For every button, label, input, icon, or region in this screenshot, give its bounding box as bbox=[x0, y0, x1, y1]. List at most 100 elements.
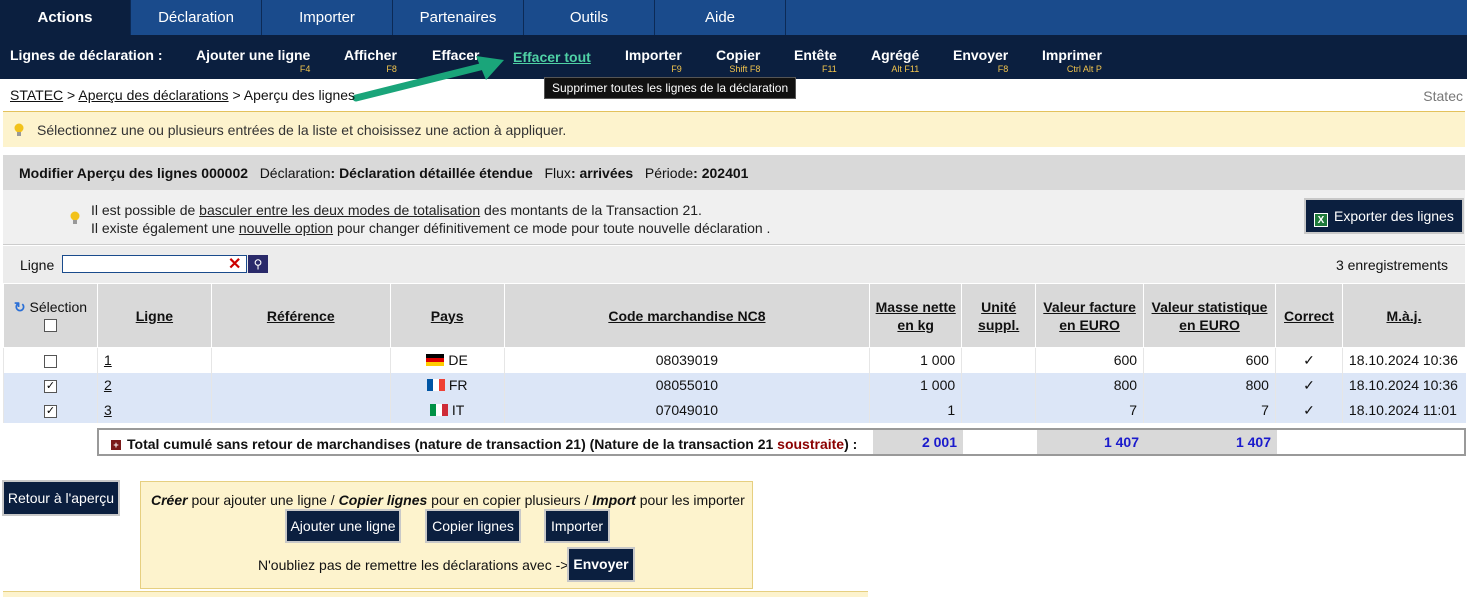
total-masse: 2 001 bbox=[873, 430, 963, 454]
panel-header: Modifier Aperçu des lignes 000002 Déclar… bbox=[3, 155, 1465, 190]
row-checkbox[interactable] bbox=[43, 355, 57, 369]
flux-label: Flux bbox=[544, 165, 571, 181]
send-label: Envoyer bbox=[953, 47, 1009, 63]
select-all-checkbox[interactable] bbox=[43, 319, 57, 333]
lines-table: ↻ Sélection Ligne Référence Pays Code ma… bbox=[3, 283, 1467, 423]
annotation-arrow-icon bbox=[352, 56, 504, 102]
col-pays[interactable]: Pays bbox=[389, 283, 505, 348]
refresh-icon[interactable]: ↻ bbox=[14, 299, 26, 315]
period-label: Période bbox=[644, 165, 694, 181]
row-code: 08055010 bbox=[503, 372, 870, 398]
header-shortcut: F11 bbox=[821, 64, 837, 74]
col-unite[interactable]: Unité suppl. bbox=[961, 283, 1037, 348]
row-code: 08039019 bbox=[503, 347, 870, 373]
col-reference[interactable]: Référence bbox=[210, 283, 391, 348]
row-checkbox[interactable]: ✓ bbox=[43, 379, 57, 393]
copy-lines-button[interactable]: Copier lignes bbox=[425, 509, 521, 543]
copy-action[interactable]: Copier Shift F8 bbox=[716, 47, 760, 74]
breadcrumb: STATEC > Aperçu des déclarations > Aperç… bbox=[10, 87, 355, 103]
help-text: pour les importer bbox=[635, 492, 745, 508]
copy-label: Copier bbox=[716, 47, 761, 63]
help-box: Créer pour ajouter une ligne / Copier li… bbox=[140, 481, 753, 589]
total-facture: 1 407 bbox=[1037, 430, 1145, 454]
flux-value: : arrivées bbox=[570, 165, 634, 181]
col-selection-label: Sélection bbox=[29, 298, 88, 315]
row-line-link[interactable]: 2 bbox=[104, 377, 112, 393]
send-button[interactable]: Envoyer bbox=[567, 547, 635, 582]
row-ref bbox=[210, 347, 391, 373]
tab-partenaires[interactable]: Partenaires bbox=[393, 0, 524, 35]
col-selection: ↻ Sélection bbox=[3, 283, 98, 348]
add-line-action[interactable]: Ajouter une ligne F4 bbox=[196, 47, 310, 74]
row-unite bbox=[961, 397, 1036, 423]
breadcrumb-statec[interactable]: STATEC bbox=[10, 87, 63, 103]
table-header-row: ↻ Sélection Ligne Référence Pays Code ma… bbox=[3, 283, 1467, 348]
action-bar: Lignes de déclaration : Ajouter une lign… bbox=[0, 35, 1467, 79]
col-statistique[interactable]: Valeur statistique en EURO bbox=[1143, 283, 1276, 348]
aggregate-action[interactable]: Agrégé Alt F11 bbox=[871, 47, 919, 74]
row-facture: 800 bbox=[1035, 372, 1144, 398]
search-icon[interactable]: ⚲ bbox=[248, 255, 268, 273]
bottom-banner-edge bbox=[3, 591, 868, 597]
send-reminder: N'oubliez pas de remettre les déclaratio… bbox=[258, 557, 569, 573]
tab-actions[interactable]: Actions bbox=[0, 0, 131, 35]
col-masse[interactable]: Masse nette en kg bbox=[869, 283, 963, 348]
lightbulb-icon bbox=[14, 123, 24, 136]
help-create: Créer bbox=[151, 492, 188, 508]
col-maj[interactable]: M.à.j. bbox=[1341, 283, 1467, 348]
row-ref bbox=[210, 372, 391, 398]
aggregate-shortcut: Alt F11 bbox=[891, 64, 920, 74]
row-line-cell: 3 bbox=[96, 397, 212, 423]
toggle-totalisation-link[interactable]: basculer entre les deux modes de totalis… bbox=[199, 202, 480, 218]
row-country-cell: DE bbox=[389, 347, 505, 373]
total-label-text: Total cumulé sans retour de marchandises… bbox=[127, 436, 778, 452]
print-action[interactable]: Imprimer Ctrl Alt P bbox=[1042, 47, 1102, 74]
totalisation-note: Il est possible de basculer entre les de… bbox=[91, 202, 702, 218]
row-checkbox[interactable]: ✓ bbox=[43, 404, 57, 418]
row-select-cell: ✓ bbox=[3, 397, 98, 423]
row-stat: 600 bbox=[1143, 347, 1276, 373]
row-stat: 7 bbox=[1143, 397, 1276, 423]
col-facture[interactable]: Valeur facture en EURO bbox=[1035, 283, 1145, 348]
new-option-link[interactable]: nouvelle option bbox=[239, 220, 333, 236]
table-row: 1 DE 08039019 1 000 600 600 ✓ 18.10.2024… bbox=[3, 347, 1466, 373]
header-label: Entête bbox=[794, 47, 837, 63]
copy-shortcut: Shift F8 bbox=[729, 64, 761, 74]
col-ligne[interactable]: Ligne bbox=[96, 283, 212, 348]
tab-aide[interactable]: Aide bbox=[655, 0, 786, 35]
col-code[interactable]: Code marchandise NC8 bbox=[503, 283, 871, 348]
total-stat: 1 407 bbox=[1145, 430, 1277, 454]
note-text: des montants de la Transaction 21. bbox=[480, 202, 702, 218]
add-line-shortcut: F4 bbox=[299, 64, 311, 74]
header-action[interactable]: Entête F11 bbox=[794, 47, 837, 74]
tab-importer[interactable]: Importer bbox=[262, 0, 393, 35]
panel-title-line: Modifier Aperçu des lignes 000002 Déclar… bbox=[19, 165, 748, 181]
row-stat: 800 bbox=[1143, 372, 1276, 398]
col-correct[interactable]: Correct bbox=[1274, 283, 1343, 348]
add-line-button[interactable]: Ajouter une ligne bbox=[285, 509, 401, 543]
flag-fr-icon bbox=[426, 379, 445, 391]
tab-declaration[interactable]: Déclaration bbox=[131, 0, 262, 35]
clear-filter-icon[interactable]: ✕ bbox=[228, 254, 241, 274]
back-to-overview-button[interactable]: Retour à l'aperçu bbox=[2, 480, 120, 516]
breadcrumb-declarations[interactable]: Aperçu des déclarations bbox=[78, 87, 228, 103]
import-button[interactable]: Importer bbox=[544, 509, 610, 543]
row-facture: 600 bbox=[1035, 347, 1144, 373]
period-value: : 202401 bbox=[693, 165, 749, 181]
row-line-link[interactable]: 3 bbox=[104, 402, 112, 418]
line-filter-label: Ligne bbox=[20, 257, 55, 273]
tab-outils[interactable]: Outils bbox=[524, 0, 655, 35]
row-line-link[interactable]: 1 bbox=[104, 352, 112, 368]
info-text: Sélectionnez une ou plusieurs entrées de… bbox=[37, 122, 567, 138]
send-action[interactable]: Envoyer F8 bbox=[953, 47, 1008, 74]
row-select-cell: ✓ bbox=[3, 372, 98, 398]
import-action[interactable]: Importer F9 bbox=[625, 47, 682, 74]
filter-row: Ligne ✕ ⚲ 3 enregistrements bbox=[3, 246, 1465, 283]
expand-total-icon[interactable]: + bbox=[111, 440, 121, 450]
table-row: ✓ 3 IT 07049010 1 7 7 ✓ 18.10.2024 11:01 bbox=[3, 397, 1466, 423]
table-row: ✓ 2 FR 08055010 1 000 800 800 ✓ 18.10.20… bbox=[3, 372, 1466, 398]
delete-all-action[interactable]: Effacer tout bbox=[513, 49, 591, 65]
print-label: Imprimer bbox=[1042, 47, 1102, 63]
export-lines-button[interactable]: X Exporter des lignes bbox=[1304, 198, 1464, 234]
line-filter-input[interactable] bbox=[62, 255, 247, 273]
